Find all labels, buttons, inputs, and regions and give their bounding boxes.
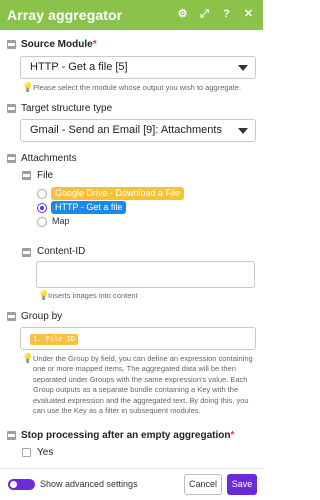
source-module-select[interactable]: HTTP - Get a file [5] xyxy=(20,56,256,79)
modal-footer: Show advanced settings Cancel Save xyxy=(0,468,263,500)
group-by-collapse-checkbox[interactable] xyxy=(7,312,16,321)
stop-processing-collapse-checkbox[interactable] xyxy=(7,431,16,440)
attachments-collapse-checkbox[interactable] xyxy=(7,154,16,163)
advanced-settings-toggle[interactable] xyxy=(8,479,35,490)
cancel-button[interactable]: Cancel xyxy=(184,474,222,495)
window-header: Array aggregator ⚙ ⤢ ? ✕ xyxy=(0,0,263,30)
group-by-mapped-token[interactable]: 1. File ID xyxy=(30,334,79,345)
stop-processing-yes-checkbox[interactable] xyxy=(22,448,31,457)
lightbulb-icon: 💡 xyxy=(38,290,50,300)
window-title: Array aggregator xyxy=(7,7,123,23)
file-option-map-label[interactable]: Map xyxy=(52,216,70,226)
file-label: File xyxy=(37,170,54,181)
content-id-collapse-checkbox[interactable] xyxy=(22,248,31,257)
group-by-hint: Under the Group by field, you can define… xyxy=(33,354,253,416)
help-icon[interactable]: ? xyxy=(220,7,233,22)
stop-processing-yes-label[interactable]: Yes xyxy=(37,447,53,458)
file-option-map-radio[interactable] xyxy=(37,217,47,227)
file-option-http-label[interactable]: HTTP - Get a file xyxy=(51,201,127,214)
content-id-input[interactable] xyxy=(36,261,255,288)
content-id-label: Content-ID xyxy=(37,246,86,257)
source-module-hint: Please select the module whose output yo… xyxy=(33,83,242,92)
target-structure-select[interactable]: Gmail - Send an Email [9]: Attachments xyxy=(20,119,256,142)
file-option-http-radio[interactable] xyxy=(37,203,47,213)
lightbulb-icon: 💡 xyxy=(22,353,34,363)
lightbulb-icon: 💡 xyxy=(22,82,34,92)
source-module-label: Source Module* xyxy=(21,39,97,50)
content-id-hint: Inserts images into content xyxy=(48,291,138,300)
form-body[interactable]: Source Module* HTTP - Get a file [5] 💡 P… xyxy=(0,30,263,468)
header-actions: ⚙ ⤢ ? ✕ xyxy=(176,7,255,22)
group-by-label: Group by xyxy=(21,311,63,322)
chevron-down-icon xyxy=(238,128,248,134)
target-structure-collapse-checkbox[interactable] xyxy=(7,104,16,113)
group-by-input[interactable]: 1. File ID xyxy=(20,327,256,350)
save-button[interactable]: Save xyxy=(227,474,257,495)
close-icon[interactable]: ✕ xyxy=(242,7,255,22)
expand-icon[interactable]: ⤢ xyxy=(198,7,211,22)
target-structure-label: Target structure type xyxy=(21,103,113,114)
file-option-google-drive-radio[interactable] xyxy=(37,189,47,199)
settings-icon[interactable]: ⚙ xyxy=(176,7,189,22)
source-module-value: HTTP - Get a file [5] xyxy=(30,61,128,73)
chevron-down-icon xyxy=(238,65,248,71)
target-structure-value: Gmail - Send an Email [9]: Attachments xyxy=(30,124,222,136)
file-collapse-checkbox[interactable] xyxy=(22,171,31,180)
attachments-label: Attachments xyxy=(21,153,77,164)
stop-processing-label: Stop processing after an empty aggregati… xyxy=(21,430,235,441)
file-option-google-drive-label[interactable]: Google Drive - Download a File xyxy=(51,187,185,200)
advanced-settings-label[interactable]: Show advanced settings xyxy=(40,479,138,489)
source-module-collapse-checkbox[interactable] xyxy=(7,40,16,49)
